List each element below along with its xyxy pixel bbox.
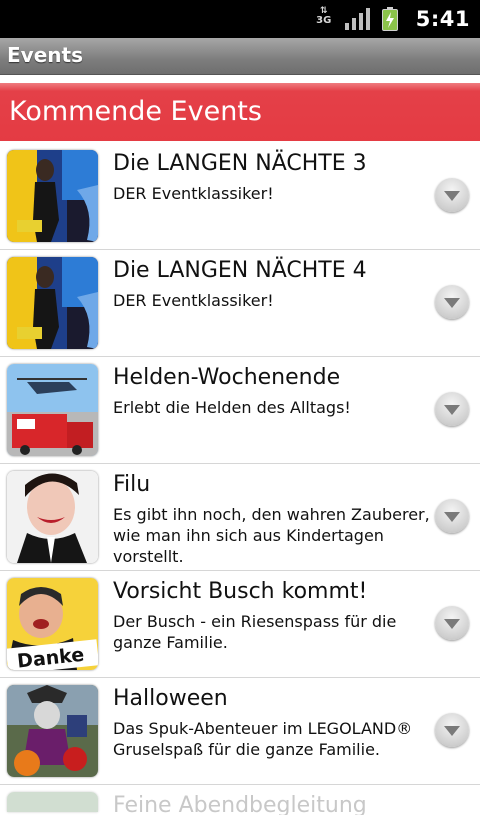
status-clock: 5:41 bbox=[415, 7, 470, 31]
event-thumbnail-singer-on-stage-image bbox=[7, 257, 98, 349]
chevron-down-icon bbox=[444, 191, 460, 201]
3g-data-icon: ⇅ 3G bbox=[316, 6, 332, 26]
expand-button[interactable] bbox=[435, 178, 469, 212]
chevron-down-icon bbox=[444, 512, 460, 522]
event-list[interactable]: Die LANGEN NÄCHTE 3 DER Eventklassiker! … bbox=[0, 143, 480, 815]
signal-strength-icon bbox=[344, 8, 370, 30]
chevron-down-icon bbox=[444, 726, 460, 736]
event-title: Halloween bbox=[113, 686, 228, 711]
event-description: DER Eventklassiker! bbox=[113, 184, 274, 203]
chevron-down-icon bbox=[444, 619, 460, 629]
event-thumbnail-partial-image bbox=[7, 792, 98, 812]
event-description: Das Spuk-Abenteuer im LEGOLAND® Gruselsp… bbox=[113, 719, 413, 759]
event-thumbnail-comedian-danke-image: Danke bbox=[7, 578, 98, 670]
battery-charging-icon bbox=[381, 7, 398, 31]
event-thumbnail-singer-on-stage-image bbox=[7, 150, 98, 242]
event-list-item[interactable]: Helden-Wochenende Erlebt die Helden des … bbox=[0, 357, 480, 464]
expand-button[interactable] bbox=[435, 285, 469, 319]
expand-button[interactable] bbox=[435, 499, 469, 533]
event-list-item[interactable]: Halloween Das Spuk-Abenteuer im LEGOLAND… bbox=[0, 678, 480, 785]
event-list-item[interactable]: Die LANGEN NÄCHTE 3 DER Eventklassiker! bbox=[0, 143, 480, 250]
chevron-down-icon bbox=[444, 298, 460, 308]
expand-button[interactable] bbox=[435, 606, 469, 640]
event-description: DER Eventklassiker! bbox=[113, 291, 274, 310]
title-bar: Events bbox=[0, 38, 480, 75]
event-title: Die LANGEN NÄCHTE 3 bbox=[113, 151, 367, 176]
event-title: Helden-Wochenende bbox=[113, 365, 341, 390]
event-title: Vorsicht Busch kommt! bbox=[113, 579, 368, 604]
event-title: Die LANGEN NÄCHTE 4 bbox=[113, 258, 367, 283]
page-title: Events bbox=[7, 43, 83, 67]
event-thumbnail-magician-portrait-image bbox=[7, 471, 98, 563]
event-thumbnail-helicopter-fire-truck-image bbox=[7, 364, 98, 456]
event-title-partial: Feine Abendbegleitung bbox=[113, 793, 367, 815]
event-list-item[interactable]: Danke Vorsicht Busch kommt! Der Busch - … bbox=[0, 571, 480, 678]
event-list-item[interactable]: Die LANGEN NÄCHTE 4 DER Eventklassiker! bbox=[0, 250, 480, 357]
event-description: Es gibt ihn noch, den wahren Zauberer, w… bbox=[113, 505, 430, 566]
divider bbox=[0, 75, 480, 83]
chevron-down-icon bbox=[444, 405, 460, 415]
expand-button[interactable] bbox=[435, 392, 469, 426]
section-header-label: Kommende Events bbox=[9, 96, 262, 127]
expand-button[interactable] bbox=[435, 713, 469, 747]
event-description: Erlebt die Helden des Alltags! bbox=[113, 398, 351, 417]
event-title: Filu bbox=[113, 472, 151, 497]
status-bar: ⇅ 3G 5:41 bbox=[0, 0, 480, 38]
event-description: Der Busch - ein Riesenspass für die ganz… bbox=[113, 612, 397, 652]
status-icons: ⇅ 3G 5:41 bbox=[315, 0, 470, 38]
section-header: Kommende Events bbox=[0, 83, 480, 141]
event-list-item[interactable]: Filu Es gibt ihn noch, den wahren Zauber… bbox=[0, 464, 480, 571]
event-list-item-partial[interactable]: Feine Abendbegleitung bbox=[0, 785, 480, 815]
event-thumbnail-halloween-characters-image bbox=[7, 685, 98, 777]
